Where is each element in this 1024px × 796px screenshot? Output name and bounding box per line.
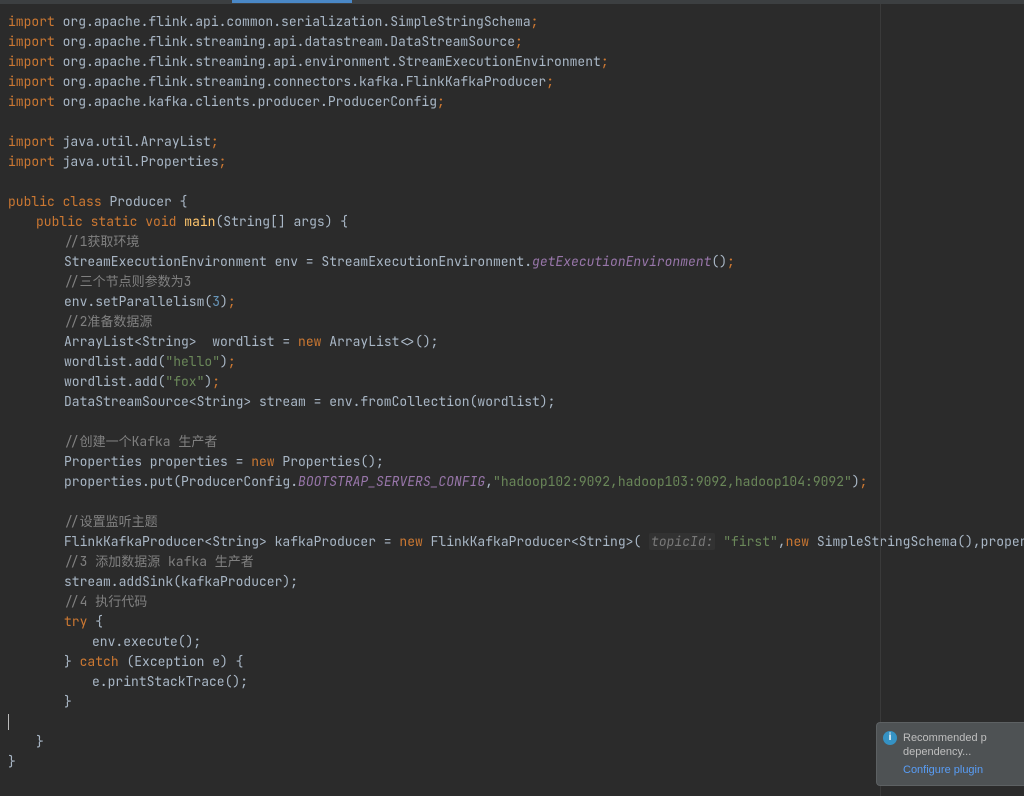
param-hint: topicId: (649, 533, 715, 550)
active-tab-indicator[interactable] (232, 0, 352, 3)
right-margin-guide (880, 4, 881, 796)
info-icon: i (883, 731, 897, 745)
notification-text: Recommended pdependency... (903, 731, 1018, 759)
notification-popup[interactable]: i Recommended pdependency... Configure p… (876, 722, 1024, 786)
text-caret (8, 714, 9, 730)
code-editor[interactable]: import org.apache.flink.api.common.seria… (0, 4, 1024, 796)
notification-link[interactable]: Configure plugin (903, 763, 1018, 777)
